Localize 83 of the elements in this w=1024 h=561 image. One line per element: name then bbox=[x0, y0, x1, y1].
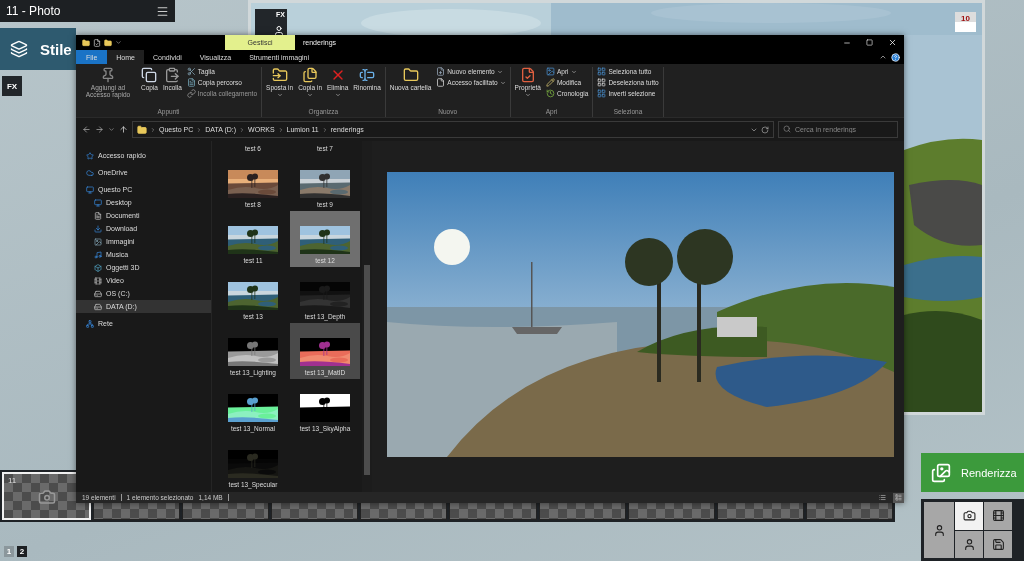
back-button[interactable] bbox=[82, 125, 91, 134]
forward-button[interactable] bbox=[95, 125, 104, 134]
refresh-icon[interactable] bbox=[761, 125, 769, 134]
history-icon bbox=[545, 89, 555, 98]
person-tool-button[interactable] bbox=[955, 530, 983, 558]
file-icon bbox=[436, 78, 446, 87]
star-icon bbox=[86, 151, 94, 160]
network-icon bbox=[86, 319, 94, 328]
music-icon bbox=[94, 250, 102, 259]
images-icon bbox=[931, 462, 951, 483]
save-tool-button[interactable] bbox=[984, 530, 1012, 558]
chevron-icon bbox=[239, 126, 246, 133]
chevron-icon bbox=[150, 126, 156, 133]
document-icon bbox=[94, 211, 102, 220]
files-icon bbox=[302, 67, 319, 83]
project-title: 11 - Photo bbox=[6, 4, 61, 18]
caret-icon bbox=[524, 92, 531, 99]
save-icon bbox=[991, 537, 1005, 551]
menu-icon[interactable] bbox=[156, 4, 169, 18]
page-button[interactable]: 2 bbox=[17, 546, 27, 557]
person-icon bbox=[962, 537, 976, 551]
grid-icon bbox=[597, 67, 607, 76]
camera-icon bbox=[38, 488, 56, 506]
clipboard-icon bbox=[164, 67, 181, 83]
folder-icon bbox=[402, 67, 419, 83]
chevron-icon bbox=[196, 126, 203, 133]
up-button[interactable] bbox=[119, 125, 128, 134]
list-icon bbox=[879, 494, 886, 501]
pin-icon bbox=[100, 67, 116, 83]
camera-tool-button[interactable] bbox=[955, 502, 983, 530]
copy-icon bbox=[141, 67, 158, 83]
folder-icon[interactable] bbox=[104, 38, 112, 47]
film-icon bbox=[94, 276, 102, 285]
close-icon bbox=[888, 38, 897, 47]
icons-view-button[interactable] bbox=[893, 492, 904, 503]
help-icon[interactable] bbox=[891, 52, 900, 62]
drive-icon bbox=[94, 289, 102, 298]
chevron-icon bbox=[321, 126, 328, 133]
download-icon bbox=[94, 224, 102, 233]
grid-icon bbox=[597, 78, 607, 87]
document-icon bbox=[186, 78, 196, 87]
caret-icon bbox=[307, 92, 314, 99]
style-panel[interactable]: Stile bbox=[0, 28, 76, 70]
caret-icon[interactable] bbox=[115, 39, 122, 46]
file-check-icon bbox=[519, 67, 536, 83]
monitor-icon bbox=[94, 198, 102, 207]
history-button[interactable] bbox=[108, 126, 115, 133]
text-cursor-icon bbox=[359, 67, 376, 83]
collapse-icon[interactable] bbox=[879, 53, 887, 61]
film-tool-button[interactable] bbox=[984, 502, 1012, 530]
drive-icon bbox=[94, 302, 102, 311]
arrow-right-icon bbox=[95, 125, 104, 134]
details-view-button[interactable] bbox=[877, 492, 888, 503]
folder-arrow-icon bbox=[271, 67, 288, 83]
chevron-icon bbox=[277, 126, 284, 133]
fx-button[interactable]: FX bbox=[2, 76, 22, 96]
caret-icon bbox=[334, 92, 341, 99]
maximize-icon bbox=[866, 39, 873, 46]
layers-icon bbox=[10, 40, 28, 58]
grid-icon bbox=[597, 89, 607, 98]
link-icon bbox=[186, 89, 196, 98]
file-check-icon[interactable] bbox=[93, 38, 101, 47]
caret-icon bbox=[570, 68, 577, 75]
arrow-left-icon bbox=[82, 125, 91, 134]
folder-icon[interactable] bbox=[82, 38, 90, 47]
file-plus-icon bbox=[436, 67, 446, 76]
scissors-icon bbox=[186, 67, 196, 76]
camera-icon bbox=[962, 509, 976, 523]
tiles-icon bbox=[895, 494, 902, 501]
arrow-up-icon bbox=[119, 125, 128, 134]
style-label: Stile bbox=[40, 40, 72, 58]
render-button[interactable]: Renderizza bbox=[921, 453, 1024, 492]
image-icon bbox=[545, 67, 555, 76]
cube-icon bbox=[94, 263, 102, 272]
pencil-icon bbox=[545, 78, 555, 87]
folder-icon bbox=[137, 124, 147, 135]
image-icon bbox=[94, 237, 102, 246]
monitor-icon bbox=[86, 185, 94, 194]
film-icon bbox=[991, 509, 1005, 523]
cloud-icon bbox=[86, 168, 94, 177]
search-icon bbox=[783, 125, 791, 133]
caret-icon bbox=[108, 126, 115, 133]
caret-icon bbox=[276, 92, 283, 99]
